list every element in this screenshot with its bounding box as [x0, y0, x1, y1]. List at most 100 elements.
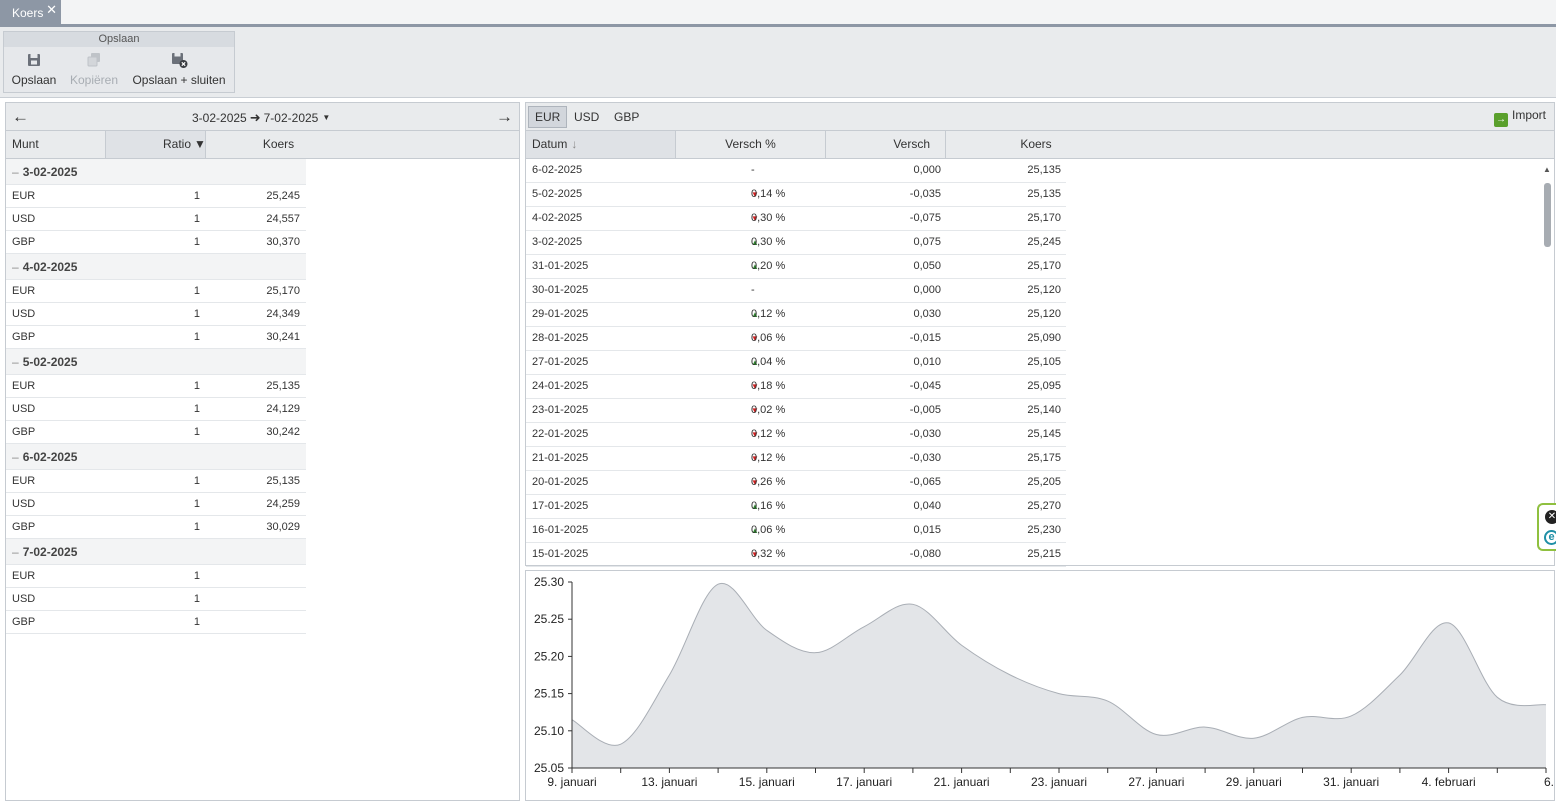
date-range-selector[interactable]: 3-02-2025 ➜ 7-02-2025 ▼	[192, 110, 330, 126]
column-header-munt[interactable]: Munt	[6, 131, 106, 158]
table-row[interactable]: 22-01-2025 ▼ 0,12 % -0,030 25,145	[526, 423, 1066, 447]
left-panel: ← 3-02-2025 ➜ 7-02-2025 ▼ → Munt Ratio ▼ Ko…	[5, 102, 520, 801]
table-row[interactable]: GBP 1 30,029	[6, 516, 306, 539]
pct-value: 0,16 %	[751, 500, 786, 512]
tab-gbp[interactable]: GBP	[607, 106, 646, 128]
table-row[interactable]: 4-02-2025 ▼ 0,30 % -0,075 25,170	[526, 207, 1066, 231]
column-header-koers-right[interactable]: Koers	[946, 131, 1066, 158]
date-to: 7-02-2025	[263, 111, 319, 125]
table-row[interactable]: 28-01-2025 ▼ 0,06 % -0,015 25,090	[526, 327, 1066, 351]
cell-datum: 28-01-2025	[532, 332, 589, 344]
widget-close-icon[interactable]: ✕	[1545, 510, 1556, 524]
column-header-versch[interactable]: Versch	[826, 131, 946, 158]
tab-koers[interactable]: Koers ✕	[0, 0, 61, 24]
collapse-icon[interactable]: –	[12, 260, 19, 274]
import-button[interactable]: → Import	[1493, 108, 1546, 127]
table-row[interactable]: 5-02-2025 ▼ 0,14 % -0,035 25,135	[526, 183, 1066, 207]
table-row[interactable]: 29-01-2025 ▲ 0,12 % 0,030 25,120	[526, 303, 1066, 327]
table-row[interactable]: GBP 1	[6, 611, 306, 634]
table-row[interactable]: 3-02-2025 ▲ 0,30 % 0,075 25,245	[526, 231, 1066, 255]
next-arrow-icon[interactable]: →	[496, 107, 513, 127]
column-header-ratio[interactable]: Ratio	[106, 131, 194, 158]
cell-munt: USD	[12, 213, 36, 225]
table-row[interactable]: GBP 1 30,370	[6, 231, 306, 254]
table-row[interactable]: EUR 1 25,135	[6, 470, 306, 493]
table-row[interactable]: 24-01-2025 ▼ 0,18 % -0,045 25,095	[526, 375, 1066, 399]
filter-dropdown-icon[interactable]: ▼	[194, 131, 206, 158]
cell-versch: -0,030	[909, 428, 941, 440]
group-row[interactable]: –7-02-2025	[6, 539, 306, 565]
table-row[interactable]: EUR 1	[6, 565, 306, 588]
column-header-koers[interactable]: Koers	[206, 131, 306, 158]
table-row[interactable]: USD 1	[6, 588, 306, 611]
cell-koers: 25,205	[1027, 476, 1061, 488]
tab-close-icon[interactable]: ✕	[46, 2, 57, 18]
cell-ratio: 1	[193, 475, 200, 487]
collapse-icon[interactable]: –	[12, 450, 19, 464]
save-close-button-label: Opslaan + sluiten	[132, 73, 226, 87]
table-row[interactable]: USD 1 24,349	[6, 303, 306, 326]
table-row[interactable]: 27-01-2025 ▲ 0,04 % 0,010 25,105	[526, 351, 1066, 375]
table-row[interactable]: GBP 1 30,241	[6, 326, 306, 349]
tab-eur[interactable]: EUR	[528, 106, 568, 128]
tab-usd[interactable]: USD	[567, 106, 606, 128]
collapse-icon[interactable]: –	[12, 545, 19, 559]
pct-value: 0,30 %	[751, 236, 786, 248]
import-icon: →	[1493, 113, 1508, 127]
cell-koers: 25,145	[1027, 428, 1061, 440]
cell-munt: USD	[12, 403, 36, 415]
scroll-thumb[interactable]	[1544, 183, 1551, 247]
cell-ratio: 1	[193, 285, 200, 297]
table-row[interactable]: GBP 1 30,242	[6, 421, 306, 444]
right-grid-header: Datum ↓ Versch % Versch Koers	[526, 131, 1554, 159]
table-row[interactable]: 31-01-2025 ▲ 0,20 % 0,050 25,170	[526, 255, 1066, 279]
datum-header-label: Datum	[532, 137, 568, 151]
previous-arrow-icon[interactable]: ←	[12, 107, 29, 127]
pct-value: -	[751, 164, 755, 176]
table-row[interactable]: 20-01-2025 ▼ 0,26 % -0,065 25,205	[526, 471, 1066, 495]
vertical-scrollbar[interactable]: ▲	[1542, 165, 1552, 561]
table-row[interactable]: 15-01-2025 ▼ 0,32 % -0,080 25,215	[526, 543, 1066, 567]
cell-versch: 0,000	[913, 284, 941, 296]
cell-ratio: 1	[193, 498, 200, 510]
table-row[interactable]: 30-01-2025 - 0,000 25,120	[526, 279, 1066, 303]
y-tick-label: 25.30	[534, 575, 564, 589]
collapse-icon[interactable]: –	[12, 355, 19, 369]
side-widget[interactable]: ✕ e	[1537, 503, 1556, 551]
group-row[interactable]: –5-02-2025	[6, 349, 306, 375]
table-row[interactable]: 21-01-2025 ▼ 0,12 % -0,030 25,175	[526, 447, 1066, 471]
group-date: 3-02-2025	[22, 165, 78, 179]
cell-munt: USD	[12, 498, 36, 510]
cell-datum: 17-01-2025	[532, 500, 589, 512]
column-header-datum[interactable]: Datum ↓	[526, 131, 676, 158]
table-row[interactable]: EUR 1 25,245	[6, 185, 306, 208]
table-row[interactable]: 17-01-2025 ▲ 0,16 % 0,040 25,270	[526, 495, 1066, 519]
cell-munt: EUR	[12, 190, 36, 202]
cell-koers: 25,170	[1027, 260, 1061, 272]
table-row[interactable]: EUR 1 25,135	[6, 375, 306, 398]
table-row[interactable]: USD 1 24,557	[6, 208, 306, 231]
cell-koers: 25,175	[1027, 452, 1061, 464]
widget-logo-icon[interactable]: e	[1544, 530, 1556, 545]
save-button[interactable]: Opslaan	[10, 51, 58, 91]
column-header-versch-pct[interactable]: Versch %	[676, 131, 826, 158]
cell-datum: 27-01-2025	[532, 356, 589, 368]
table-row[interactable]: 16-01-2025 ▲ 0,06 % 0,015 25,230	[526, 519, 1066, 543]
copy-button[interactable]: Kopiëren	[68, 51, 120, 91]
table-row[interactable]: USD 1 24,129	[6, 398, 306, 421]
chart-panel: 25.30 25.25 25.20 25.15 25.10 25.05 9. januari…	[525, 570, 1555, 801]
table-row[interactable]: EUR 1 25,170	[6, 280, 306, 303]
cell-koers: 25,105	[1027, 356, 1061, 368]
group-row[interactable]: –3-02-2025	[6, 159, 306, 185]
table-row[interactable]: 6-02-2025 - 0,000 25,135	[526, 159, 1066, 183]
collapse-icon[interactable]: –	[12, 165, 19, 179]
table-row[interactable]: USD 1 24,259	[6, 493, 306, 516]
cell-ratio: 1	[193, 426, 200, 438]
cell-versch: -0,045	[909, 380, 941, 392]
group-row[interactable]: –6-02-2025	[6, 444, 306, 470]
save-close-button[interactable]: Opslaan + sluiten	[130, 51, 228, 91]
group-row[interactable]: –4-02-2025	[6, 254, 306, 280]
table-row[interactable]: 23-01-2025 ▼ 0,02 % -0,005 25,140	[526, 399, 1066, 423]
cell-koers: 25,170	[266, 285, 300, 297]
scroll-up-icon[interactable]: ▲	[1542, 165, 1552, 174]
